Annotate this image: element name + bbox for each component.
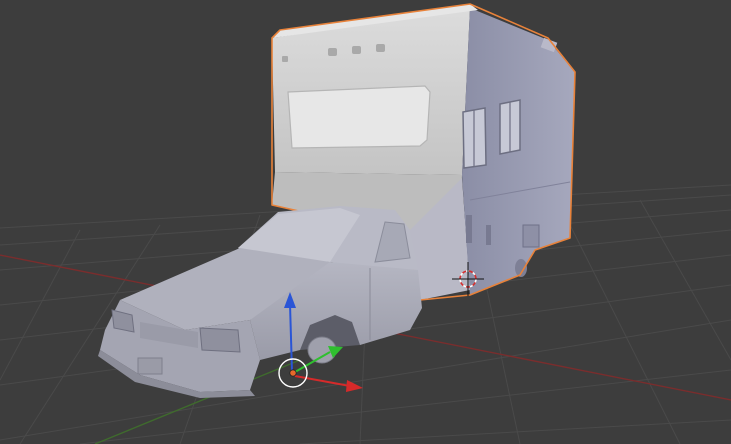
object-origin-icon	[289, 369, 297, 377]
gizmo-x-axis[interactable]	[294, 375, 351, 387]
3d-viewport[interactable]	[0, 0, 731, 444]
